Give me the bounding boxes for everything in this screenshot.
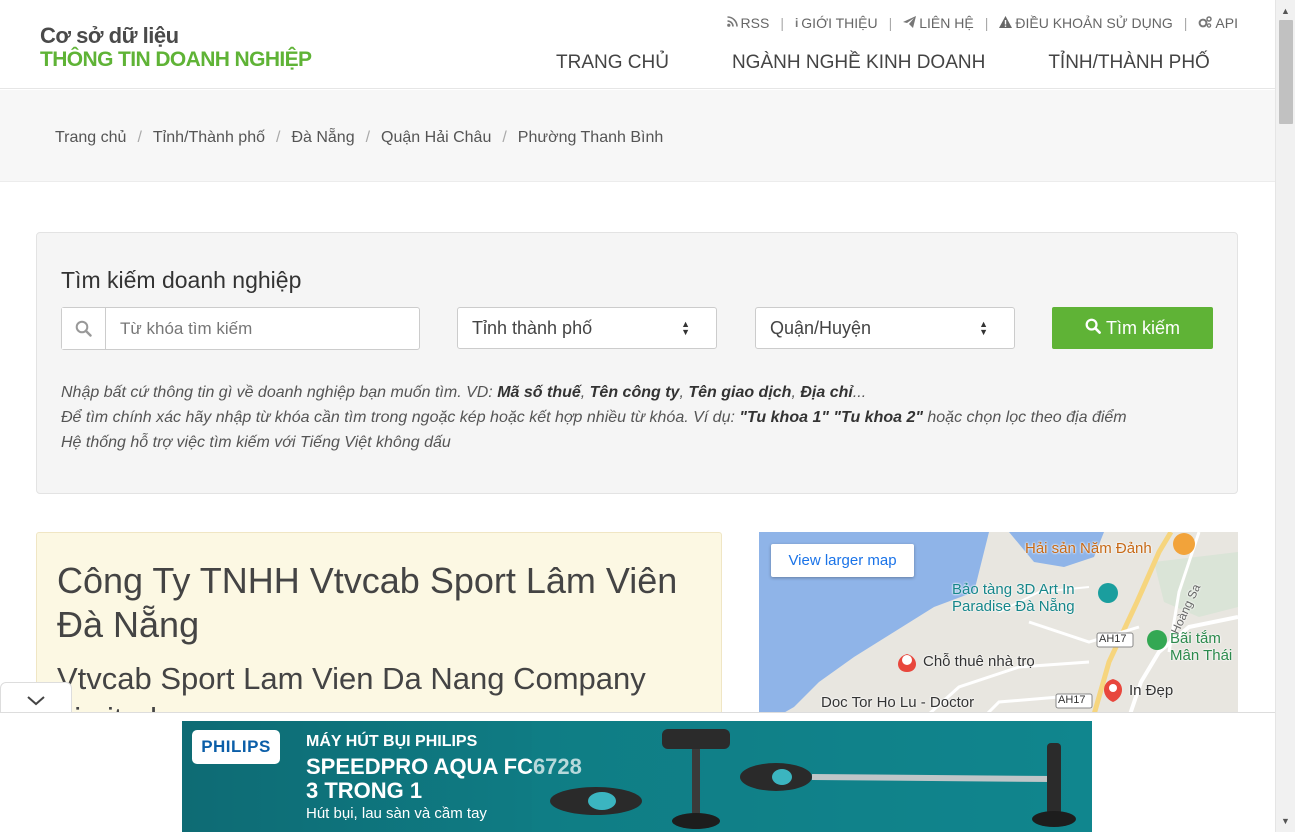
site-logo[interactable]: Cơ sở dữ liệu THÔNG TIN DOANH NGHIỆP — [40, 23, 312, 72]
logo-line2: THÔNG TIN DOANH NGHIỆP — [40, 48, 312, 71]
ad-line1: MÁY HÚT BỤI PHILIPS — [306, 733, 478, 750]
breadcrumb: Trang chủ / Tỉnh/Thành phố / Đà Nẵng / Q… — [55, 129, 663, 147]
scroll-up-icon[interactable]: ▲ — [1281, 6, 1290, 16]
hint-text: Để tìm chính xác hãy nhập từ khóa cần tì… — [61, 409, 740, 426]
search-panel: Tìm kiếm doanh nghiệp Tỉnh thành phố ▲▼ … — [36, 232, 1238, 494]
hint-text: hoặc chọn lọc theo địa điểm — [922, 409, 1127, 426]
top-links: RSS | i GIỚI THIỆU | LIÊN HỆ | ĐIỀU KHOẢ… — [726, 15, 1238, 31]
divider: | — [780, 15, 784, 31]
map-road-shield: AH17 — [1099, 633, 1127, 645]
scrollbar-thumb[interactable] — [1279, 20, 1293, 124]
top-link-terms[interactable]: ĐIỀU KHOẢN SỬ DỤNG — [999, 15, 1173, 31]
site-header: Cơ sở dữ liệu THÔNG TIN DOANH NGHIỆP RSS… — [0, 0, 1275, 89]
breadcrumb-bar: Trang chủ / Tỉnh/Thành phố / Đà Nẵng / Q… — [0, 90, 1275, 182]
ad-line3: 3 TRONG 1 — [306, 778, 423, 803]
keyword-box[interactable] — [61, 307, 420, 350]
breadcrumb-separator: / — [137, 129, 142, 146]
ad-line4: Hút bụi, lau sàn và cầm tay — [306, 805, 487, 822]
nav-provinces[interactable]: TỈNH/THÀNH PHỐ — [1048, 52, 1210, 74]
divider: | — [888, 15, 893, 31]
hint-keyword: Tên giao dịch — [688, 384, 792, 401]
breadcrumb-separator: / — [502, 129, 507, 146]
hint-keyword: "Tu khoa 2" — [833, 409, 923, 426]
top-link-rss[interactable]: RSS — [726, 15, 770, 31]
map-label: In Đẹp — [1129, 682, 1174, 699]
search-input[interactable] — [106, 308, 419, 349]
main-nav: TRANG CHỦ NGÀNH NGHỀ KINH DOANH TỈNH/THÀ… — [556, 52, 1210, 74]
breadcrumb-district[interactable]: Quận Hải Châu — [381, 129, 491, 147]
hint-text: ... — [852, 384, 867, 401]
top-link-about[interactable]: i GIỚI THIỆU — [795, 15, 878, 31]
vacuum-image — [532, 721, 1092, 832]
breadcrumb-city[interactable]: Đà Nẵng — [291, 129, 354, 147]
logo-line1: Cơ sở dữ liệu — [40, 23, 179, 48]
hint-keyword: Tên công ty — [589, 384, 680, 401]
breadcrumb-ward: Phường Thanh Bình — [517, 129, 664, 146]
page-scrollbar[interactable]: ▲ ▼ — [1275, 0, 1295, 832]
top-link-contact[interactable]: LIÊN HỆ — [903, 15, 974, 31]
philips-logo: PHILIPS — [192, 730, 280, 764]
nav-industries[interactable]: NGÀNH NGHỀ KINH DOANH — [732, 52, 985, 74]
top-link-label: API — [1215, 15, 1238, 31]
map-label: Hải sản Năm Đảnh — [1025, 540, 1152, 557]
breadcrumb-provinces[interactable]: Tỉnh/Thành phố — [153, 129, 265, 147]
search-button-label: Tìm kiếm — [1106, 317, 1180, 338]
hint-line-1: Nhập bất cứ thông tin gì về doanh nghiệp… — [61, 384, 867, 401]
top-link-label: LIÊN HỆ — [919, 15, 974, 31]
search-icon — [62, 308, 106, 349]
hint-line-3: Hệ thống hỗ trợ việc tìm kiếm với Tiếng … — [61, 434, 451, 451]
search-title: Tìm kiếm doanh nghiệp — [61, 267, 302, 293]
company-name: Công Ty TNHH Vtvcab Sport Lâm Viên Đà Nẵ… — [57, 560, 678, 645]
view-larger-map-button[interactable]: View larger map — [771, 544, 914, 577]
map-label: Doc Tor Ho Lu - Doctor — [821, 694, 975, 711]
hint-line-2: Để tìm chính xác hãy nhập từ khóa cần tì… — [61, 405, 1127, 430]
map-road-shield: AH17 — [1058, 694, 1086, 706]
district-select-value: Quận/Huyện — [770, 317, 872, 338]
search-button[interactable]: Tìm kiếm — [1052, 307, 1213, 349]
top-link-label: RSS — [740, 15, 770, 31]
nav-home[interactable]: TRANG CHỦ — [556, 52, 669, 74]
hint-keyword: Mã số thuế — [497, 384, 581, 401]
cogs-icon — [1198, 15, 1213, 31]
ad-bar: PHILIPS MÁY HÚT BỤI PHILIPS SPEEDPRO AQU… — [0, 712, 1275, 832]
province-select[interactable]: Tỉnh thành phố ▲ ▼ — [457, 307, 717, 349]
rss-icon — [726, 16, 738, 30]
chevron-down-icon — [27, 693, 45, 711]
warning-icon — [999, 15, 1013, 31]
scroll-down-icon[interactable]: ▼ — [1281, 816, 1290, 826]
breadcrumb-home[interactable]: Trang chủ — [55, 129, 126, 147]
divider: | — [1183, 15, 1188, 31]
province-select-value: Tỉnh thành phố — [472, 317, 593, 338]
top-link-label: ĐIỀU KHOẢN SỬ DỤNG — [1015, 15, 1173, 31]
hint-text: Nhập bất cứ thông tin gì về doanh nghiệp… — [61, 384, 498, 401]
map-label: Chỗ thuê nhà trọ — [923, 653, 1035, 670]
divider: | — [984, 15, 989, 31]
hint-keyword: "Tu khoa 1" — [739, 409, 829, 426]
hint-keyword: Địa chỉ — [800, 384, 853, 401]
embedded-map[interactable]: View larger map Hải sản Năm Đảnh Bảo tàn… — [759, 532, 1238, 732]
ad-banner[interactable]: PHILIPS MÁY HÚT BỤI PHILIPS SPEEDPRO AQU… — [182, 721, 1092, 832]
search-icon — [1085, 318, 1101, 339]
top-link-label: GIỚI THIỆU — [801, 15, 878, 31]
district-select[interactable]: Quận/Huyện ▲ ▼ — [755, 307, 1015, 349]
breadcrumb-separator: / — [365, 129, 371, 146]
select-arrows-icon: ▲ ▼ — [681, 319, 690, 337]
info-icon: i — [794, 16, 799, 30]
top-link-api[interactable]: API — [1198, 15, 1238, 31]
select-arrows-icon: ▲ ▼ — [979, 319, 988, 337]
company-card: Công Ty TNHH Vtvcab Sport Lâm Viên Đà Nẵ… — [36, 532, 722, 736]
send-icon — [903, 15, 917, 31]
breadcrumb-separator: / — [275, 129, 281, 146]
search-hints: Nhập bất cứ thông tin gì về doanh nghiệp… — [61, 380, 1127, 455]
map-label: Bảo tàng 3D Art In Paradise Đà Nẵng — [952, 581, 1075, 615]
